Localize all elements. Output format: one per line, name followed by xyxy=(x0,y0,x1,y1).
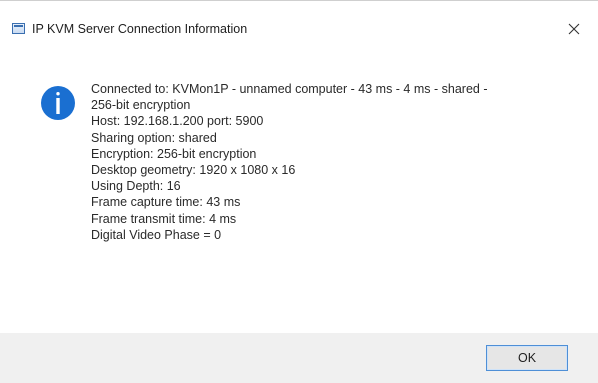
dialog-footer: OK xyxy=(0,333,598,383)
message-line: 256-bit encryption xyxy=(91,98,191,113)
message-line: Host: 192.168.1.200 port: 5900 xyxy=(91,114,264,129)
connection-info-dialog: IP KVM Server Connection Information Con… xyxy=(0,0,598,383)
connection-details: Connected to: KVMon1P - unnamed computer… xyxy=(91,81,591,243)
ok-button[interactable]: OK xyxy=(486,345,568,371)
title-bar[interactable]: IP KVM Server Connection Information xyxy=(0,1,598,36)
message-line: Digital Video Phase = 0 xyxy=(91,227,222,242)
message-line: Connected to: KVMon1P - unnamed computer… xyxy=(91,82,488,96)
message-line: Sharing option: shared xyxy=(91,130,217,145)
window-app-icon xyxy=(12,23,25,34)
message-line: Using Depth: 16 xyxy=(91,179,181,194)
info-icon xyxy=(41,86,75,120)
window-title: IP KVM Server Connection Information xyxy=(32,22,248,36)
message-line: Desktop geometry: 1920 x 1080 x 16 xyxy=(91,163,296,178)
close-button[interactable] xyxy=(560,17,588,41)
message-line: Encryption: 256-bit encryption xyxy=(91,146,257,161)
message-line: Frame capture time: 43 ms xyxy=(91,195,241,210)
message-line: Frame transmit time: 4 ms xyxy=(91,211,237,226)
close-icon xyxy=(568,23,580,35)
